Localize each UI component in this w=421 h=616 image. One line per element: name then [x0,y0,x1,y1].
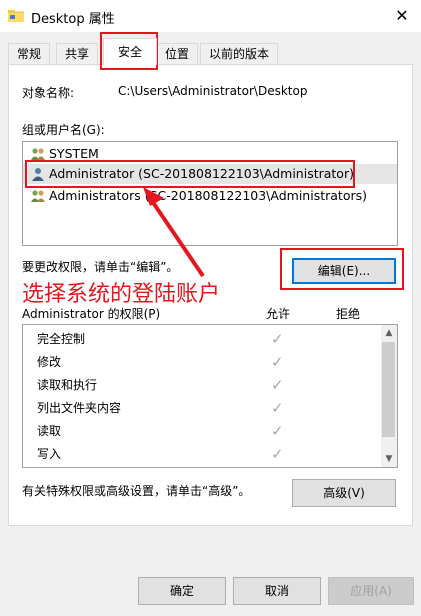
scroll-down-icon[interactable]: ▼ [381,451,397,467]
group-list-label: 组或用户名(G): [22,123,105,137]
allow-check-icon: ✓ [271,353,284,371]
cancel-button[interactable]: 取消 [233,577,321,605]
group-icon [31,190,45,202]
ok-button[interactable]: 确定 [138,577,226,605]
permission-name: 读取和执行 [37,378,98,392]
permission-name: 完全控制 [37,332,86,346]
apply-button[interactable]: 应用(A) [328,577,414,605]
allow-header: 允许 [266,307,291,321]
close-button[interactable]: ✕ [389,4,415,28]
edit-button[interactable]: 编辑(E)... [292,258,396,284]
permission-row: 完全控制 ✓ [23,328,378,351]
tab-security[interactable]: 安全 [103,38,157,65]
tab-previous-versions[interactable]: 以前的版本 [200,43,278,64]
permissions-list[interactable]: 完全控制 ✓ 修改 ✓ 读取和执行 ✓ 列出文件夹内容 ✓ 读取 ✓ 写入 ✓ … [22,324,398,468]
group-row-administrators[interactable]: Administrators (SC-201808122103\Administ… [23,186,397,206]
group-row-system[interactable]: SYSTEM [23,144,397,164]
object-name-value: C:\Users\Administrator\Desktop [118,84,308,98]
scroll-thumb[interactable] [382,342,395,437]
deny-header: 拒绝 [336,307,361,321]
permission-name: 列出文件夹内容 [37,401,122,415]
permission-name: 修改 [37,355,62,369]
tab-sharing[interactable]: 共享 [56,43,98,64]
permissions-scrollbar[interactable]: ▲ ▼ [381,325,397,467]
group-user-list[interactable]: SYSTEM Administrator (SC-201808122103\Ad… [22,141,398,246]
annotation-text: 选择系统的登陆账户 [22,282,221,307]
group-name: SYSTEM [49,146,99,161]
permission-name: 写入 [37,447,62,461]
window-title: Desktop 属性 [31,12,115,27]
permission-row: 列出文件夹内容 ✓ [23,397,378,420]
tab-location[interactable]: 位置 [156,43,198,64]
advanced-button[interactable]: 高级(V) [292,479,396,507]
user-icon [32,168,44,181]
allow-check-icon: ✓ [271,422,284,440]
allow-check-icon: ✓ [271,376,284,394]
permission-row: 写入 ✓ [23,443,378,466]
permission-name: 读取 [37,424,62,438]
group-row-administrator[interactable]: Administrator (SC-201808122103\Administr… [23,164,397,184]
allow-check-icon: ✓ [271,330,284,348]
group-icon [31,148,45,160]
folder-icon [8,10,24,22]
advanced-hint: 有关特殊权限或高级设置，请单击“高级”。 [22,484,251,498]
permission-row: 修改 ✓ [23,351,378,374]
allow-check-icon: ✓ [271,445,284,463]
scroll-up-icon[interactable]: ▲ [381,325,397,341]
edit-hint: 要更改权限，请单击“编辑”。 [22,260,179,274]
group-name: Administrator (SC-201808122103\Administr… [49,166,354,181]
permission-row: 读取和执行 ✓ [23,374,378,397]
tab-general[interactable]: 常规 [8,43,50,64]
object-name-label: 对象名称: [22,86,75,100]
allow-check-icon: ✓ [271,399,284,417]
group-name: Administrators (SC-201808122103\Administ… [49,188,367,203]
permission-row: 读取 ✓ [23,420,378,443]
